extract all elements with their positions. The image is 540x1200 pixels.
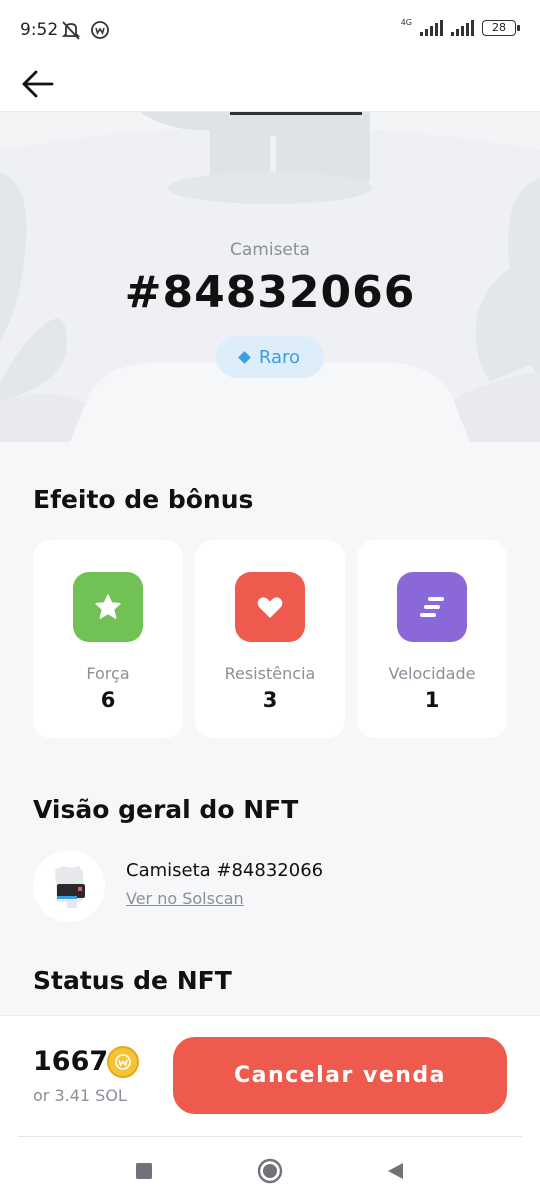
- price-value: 1667: [33, 1046, 109, 1077]
- item-hero: Camiseta #84832066 Raro: [0, 112, 540, 442]
- price-sol: or 3.41 SOL: [33, 1086, 127, 1105]
- status-bar: 9:52 4G 28: [0, 0, 540, 62]
- item-type-label: Camiseta: [230, 240, 310, 260]
- stat-label: Força: [86, 664, 130, 683]
- item-id: #84832066: [124, 267, 416, 318]
- rarity-badge: Raro: [216, 336, 324, 378]
- stat-value: 1: [424, 688, 440, 712]
- rarity-label: Raro: [258, 346, 301, 368]
- back-nav-icon[interactable]: [380, 1156, 410, 1186]
- status-section-title: Status de NFT: [33, 966, 232, 995]
- nft-name: Camiseta #84832066: [126, 860, 324, 881]
- coin-icon: [107, 1046, 139, 1078]
- stat-value: 6: [100, 688, 116, 712]
- app-notification-icon: [91, 21, 109, 39]
- recent-apps-icon[interactable]: [129, 1156, 159, 1186]
- stat-card-resistance: Resistência 3: [195, 540, 345, 738]
- divider: [18, 1136, 522, 1137]
- bonus-section-title: Efeito de bônus: [33, 485, 254, 514]
- diamond-icon: [238, 350, 251, 364]
- network-type: 4G: [400, 17, 412, 27]
- stat-card-strength: Força 6: [33, 540, 183, 738]
- stat-label: Resistência: [224, 664, 316, 683]
- heart-icon: [235, 572, 305, 642]
- solscan-link[interactable]: Ver no Solscan: [126, 889, 244, 908]
- home-icon[interactable]: [255, 1156, 285, 1186]
- status-time: 9:52: [20, 20, 59, 40]
- arrow-left-icon[interactable]: [20, 66, 56, 102]
- stat-label: Velocidade: [388, 664, 476, 683]
- speed-lines-icon: [397, 572, 467, 642]
- shirt-icon: [55, 866, 85, 908]
- battery-icon: 28: [482, 20, 520, 36]
- signal-icon-2: [451, 20, 474, 36]
- nft-avatar: [33, 850, 105, 922]
- signal-icon: [420, 20, 443, 36]
- overview-section-title: Visão geral do NFT: [33, 795, 299, 824]
- cancel-sale-button[interactable]: Cancelar venda: [173, 1037, 507, 1114]
- stat-value: 3: [262, 688, 278, 712]
- star-icon: [73, 572, 143, 642]
- stat-card-speed: Velocidade 1: [357, 540, 507, 738]
- mute-icon: [61, 21, 81, 40]
- bottom-action-bar: 1667 or 3.41 SOL Cancelar venda: [0, 1015, 540, 1200]
- header: [0, 62, 540, 112]
